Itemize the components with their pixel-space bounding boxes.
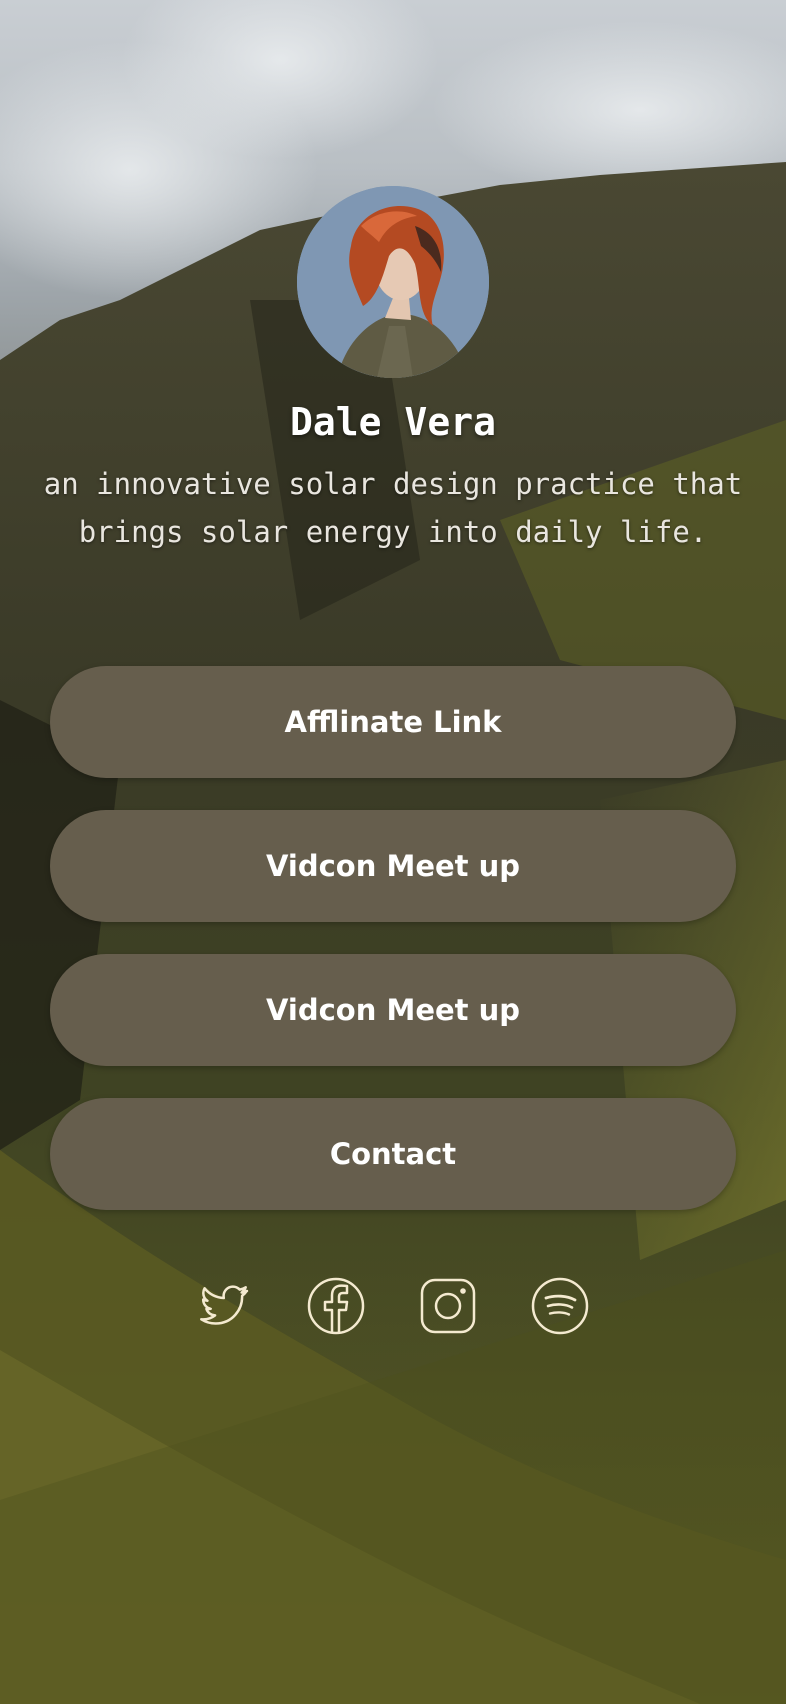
- profile-name: Dale Vera: [290, 400, 496, 444]
- link-button-vidcon-2[interactable]: Vidcon Meet up: [50, 954, 736, 1066]
- profile-photo: [297, 186, 489, 378]
- avatar: [297, 186, 489, 378]
- social-links: [0, 1276, 786, 1336]
- twitter-icon[interactable]: [195, 1276, 255, 1336]
- instagram-icon[interactable]: [418, 1276, 478, 1336]
- facebook-icon[interactable]: [306, 1276, 366, 1336]
- profile-bio: an innovative solar design practice that…: [43, 467, 743, 549]
- profile-page: Dale Vera an innovative solar design pra…: [0, 0, 786, 1704]
- link-button-vidcon-1[interactable]: Vidcon Meet up: [50, 810, 736, 922]
- link-button-contact[interactable]: Contact: [50, 1098, 736, 1210]
- link-button-afflinate[interactable]: Afflinate Link: [50, 666, 736, 778]
- spotify-icon[interactable]: [530, 1276, 590, 1336]
